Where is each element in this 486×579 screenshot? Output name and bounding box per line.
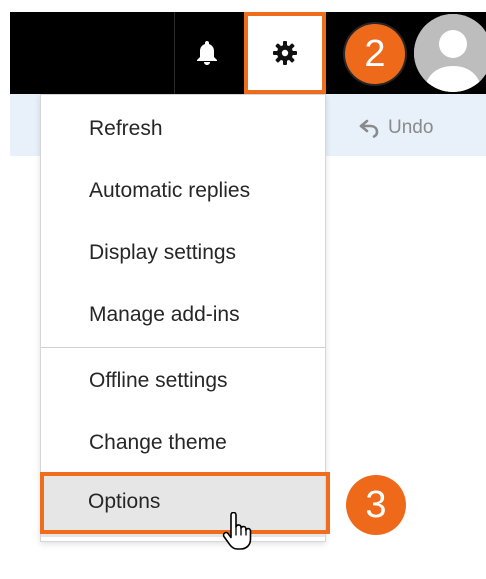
undo-button[interactable]: Undo (358, 116, 433, 140)
undo-icon (359, 119, 379, 138)
notifications-button[interactable] (182, 28, 232, 78)
menu-item-display-settings[interactable]: Display settings (41, 222, 325, 284)
bell-icon (197, 41, 217, 65)
top-navigation-bar (10, 12, 486, 94)
options-highlight-frame (40, 472, 330, 534)
user-avatar-icon (414, 14, 486, 92)
settings-button[interactable] (244, 12, 326, 94)
menu-divider (41, 347, 325, 348)
step-2-badge: 2 (345, 24, 405, 84)
step-3-badge: 3 (346, 475, 406, 535)
screenshot-stage: 2 Undo Refresh Automatic replies Display… (0, 0, 486, 579)
undo-label: Undo (388, 117, 434, 138)
menu-item-refresh[interactable]: Refresh (41, 98, 325, 160)
menu-item-change-theme[interactable]: Change theme (41, 412, 325, 474)
user-avatar[interactable] (414, 14, 486, 92)
gear-icon (273, 41, 297, 65)
menu-item-offline-settings[interactable]: Offline settings (41, 350, 325, 412)
hand-cursor-icon (222, 512, 252, 550)
menu-item-automatic-replies[interactable]: Automatic replies (41, 160, 325, 222)
menu-item-manage-add-ins[interactable]: Manage add-ins (41, 284, 325, 346)
menu-item-options-label: Options (88, 490, 161, 513)
topbar-separator (174, 12, 175, 94)
